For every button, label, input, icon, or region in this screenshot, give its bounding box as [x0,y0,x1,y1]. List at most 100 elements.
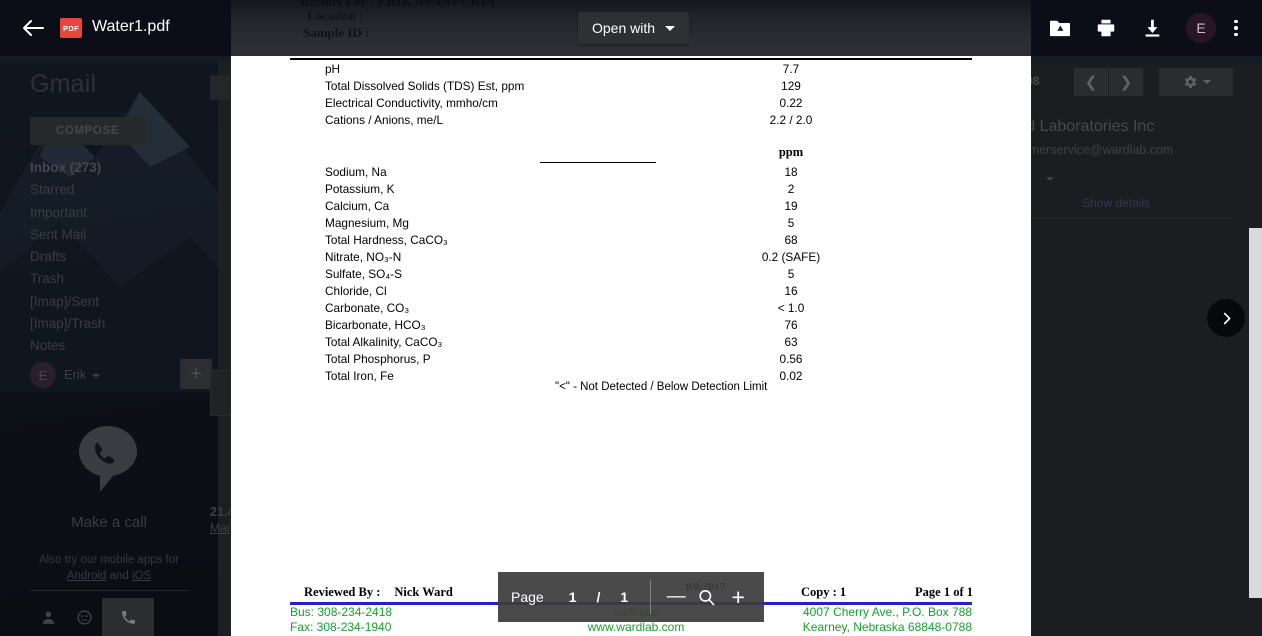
reviewed-by: Reviewed By : Nick Ward [290,585,453,600]
table-row: Calcium, Ca 19 [231,199,1031,216]
row-label: Total Hardness, CaCO₃ [325,233,448,247]
row-value: 5 [787,216,795,230]
chevron-down-icon[interactable] [1202,80,1211,84]
download-icon[interactable] [1140,16,1164,40]
divider [650,580,652,614]
row-label: Total Phosphorus, P [325,352,431,366]
header-actions: E [1048,12,1244,44]
address-block: 4007 Cherry Ave., P.O. Box 788 Kearney, … [741,605,972,634]
sidebar-item-imap-sent[interactable]: [Imap]/Sent [30,291,200,313]
copy-number: Copy : 1 [801,585,847,599]
hangouts-title: Make a call [71,514,147,531]
zoom-out-button[interactable]: — [665,586,687,608]
row-value: 129 [781,79,801,93]
add-account-button[interactable]: + [180,359,212,389]
hangouts-panel: Make a call Also try our mobile apps for… [0,408,218,636]
hangouts-tab-contacts[interactable] [30,598,66,636]
row-value: < 1.0 [777,301,805,315]
back-arrow-icon[interactable] [20,16,46,40]
table-row: Total Hardness, CaCO₃ 68 [231,233,1031,250]
summary-table: pH 7.7 Total Dissolved Solids (TDS) Est,… [231,62,1031,130]
account-name[interactable]: Erik [64,367,86,382]
hangouts-subtitle: Also try our mobile apps for Android and… [0,552,218,584]
row-label: Magnesium, Mg [325,216,409,230]
hangouts-subtitle-prefix: Also try our mobile apps for [39,554,179,566]
open-with-button[interactable]: Open with [578,12,690,44]
next-page-button[interactable] [1207,299,1245,337]
open-with-label: Open with [592,20,656,36]
row-value: 0.56 [779,352,803,366]
android-link[interactable]: Android [67,570,107,582]
hangouts-tab-phone[interactable] [102,598,154,636]
table-row: pH 7.7 [231,62,1031,79]
sidebar-item-trash[interactable]: Trash [30,268,200,290]
row-value: 68 [784,233,798,247]
row-value: 0.2 (SAFE) [761,250,821,264]
more-options-icon[interactable] [1228,16,1244,40]
row-label: Electrical Conductivity, mmho/cm [325,96,498,110]
table-row: Electrical Conductivity, mmho/cm 0.22 [231,96,1031,113]
chevron-right-icon[interactable]: ❯ [1109,68,1144,96]
chevron-down-icon[interactable] [92,374,100,378]
contact-phones: Bus: 308-234-2418 Fax: 308-234-1940 [290,605,392,634]
chevron-left-icon[interactable]: ❮ [1074,68,1109,96]
avatar: E [30,362,56,388]
show-details-link[interactable]: Show details [1082,196,1150,210]
magnifier-icon[interactable] [695,588,717,607]
divider [1031,218,1233,219]
sidebar-item-inbox[interactable]: Inbox (273) [30,157,200,179]
chevron-down-icon[interactable] [1046,177,1054,181]
sidebar-item-important[interactable]: Important [30,202,200,224]
print-icon[interactable] [1094,16,1118,40]
sidebar-item-drafts[interactable]: Drafts [30,246,200,268]
row-value: 76 [784,318,798,332]
ios-link[interactable]: iOS [132,570,151,582]
table-row: Total Phosphorus, P 0.56 [231,352,1031,369]
row-value: 63 [784,335,798,349]
pdf-page: Results For : ERIK ASANI-URIA Location :… [231,0,1031,636]
table-row: Magnesium, Mg 5 [231,216,1031,233]
scrollbar[interactable] [1249,228,1262,598]
detection-limit-note: "<" - Not Detected / Below Detection Lim… [555,381,768,393]
address-line-1: 4007 Cherry Ave., P.O. Box 788 [803,605,972,619]
chevron-down-icon [665,25,676,31]
address-line-2: Kearney, Nebraska 68848-0788 [802,619,972,634]
gmail-nav-list: Inbox (273) Starred Important Sent Mail … [30,157,200,358]
sidebar-item-starred[interactable]: Starred [30,179,200,201]
table-row: Chloride, Cl 16 [231,284,1031,301]
hangouts-and: and [109,570,129,582]
page-label: Page [511,589,544,605]
file-name: Water1.pdf [92,18,170,35]
gear-icon[interactable] [1159,68,1233,96]
table-row: Sulfate, SO₄-S 5 [231,267,1031,284]
add-to-drive-icon[interactable] [1048,16,1072,40]
page-toolbar: Page 1 / 1 — + [498,572,764,622]
page-separator: / [596,589,601,605]
sidebar-item-sent-mail[interactable]: Sent Mail [30,224,200,246]
hangouts-tab-conversations[interactable] [66,598,102,636]
page-of: Page 1 of 1 [915,585,973,599]
sidebar-item-notes[interactable]: Notes [30,335,200,357]
row-value: 16 [784,284,798,298]
row-value: 2.2 / 2.0 [769,113,813,127]
reviewed-by-label: Reviewed By : [304,585,381,599]
sender-name: ard Laboratories Inc [1012,118,1155,135]
row-label: Sulfate, SO₄-S [325,267,402,281]
zoom-in-button[interactable]: + [727,584,749,611]
row-value: 19 [784,199,798,213]
table-row: Bicarbonate, HCO₃ 76 [231,318,1031,335]
avatar[interactable]: E [1186,13,1216,43]
table-row: Nitrate, NO₃-N 0.2 (SAFE) [231,250,1031,267]
divider [540,162,656,164]
row-label: Sodium, Na [325,165,387,179]
gmail-logo: Gmail [30,70,97,98]
total-pages: 1 [620,589,629,605]
row-label: Total Dissolved Solids (TDS) Est, ppm [325,79,525,93]
current-page[interactable]: 1 [569,589,577,605]
row-label: pH [325,62,341,76]
compose-button[interactable]: COMPOSE [30,117,145,145]
table-row: Potassium, K 2 [231,182,1031,199]
hangouts-tabs [30,598,188,636]
sidebar-item-imap-trash[interactable]: [Imap]/Trash [30,313,200,335]
manage-link[interactable]: Man [210,521,233,535]
